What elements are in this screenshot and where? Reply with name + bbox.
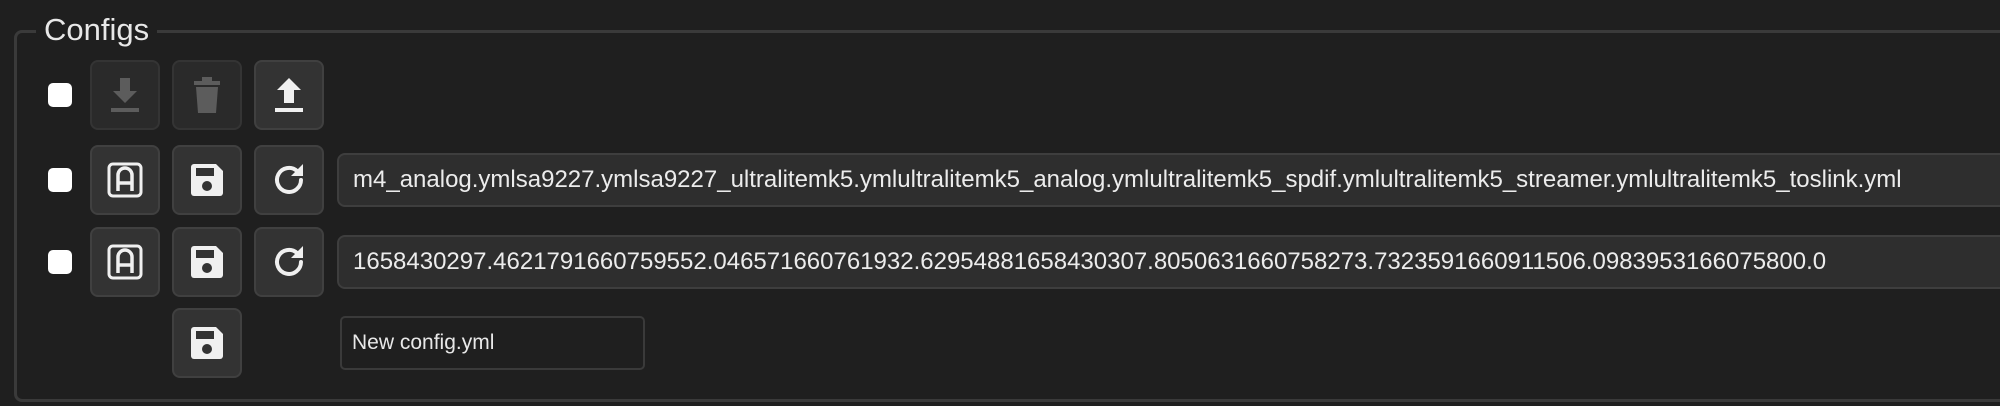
download-button[interactable] [90, 60, 160, 130]
new-config-row [0, 308, 2000, 378]
config-row: 1658430297.4621791660759552.046571660761… [0, 227, 2000, 297]
upload-icon [275, 78, 303, 112]
badge-a-icon [107, 244, 143, 280]
floppy-disk-icon [191, 327, 223, 359]
select-all-checkbox[interactable] [48, 83, 72, 107]
config-checkbox[interactable] [48, 168, 72, 192]
reload-icon [275, 164, 303, 194]
floppy-disk-icon [191, 164, 223, 196]
section-title: Configs [36, 10, 158, 50]
config-filename-field[interactable]: m4_analog.ymlsa9227.ymlsa9227_ultralitem… [337, 153, 2000, 207]
reload-button[interactable] [254, 227, 324, 297]
delete-button[interactable] [172, 60, 242, 130]
set-active-button[interactable] [90, 227, 160, 297]
set-active-button[interactable] [90, 145, 160, 215]
config-checkbox[interactable] [48, 250, 72, 274]
save-button[interactable] [172, 227, 242, 297]
save-new-config-button[interactable] [172, 308, 242, 378]
save-button[interactable] [172, 145, 242, 215]
upload-button[interactable] [254, 60, 324, 130]
badge-a-icon [107, 162, 143, 198]
new-config-name-input[interactable] [340, 316, 645, 370]
download-icon [111, 78, 139, 112]
reload-icon [275, 246, 303, 276]
config-filename-field[interactable]: 1658430297.4621791660759552.046571660761… [337, 235, 2000, 289]
floppy-disk-icon [191, 246, 223, 278]
toolbar-row [0, 60, 2000, 130]
config-row: m4_analog.ymlsa9227.ymlsa9227_ultralitem… [0, 145, 2000, 215]
reload-button[interactable] [254, 145, 324, 215]
trash-icon [194, 77, 220, 113]
